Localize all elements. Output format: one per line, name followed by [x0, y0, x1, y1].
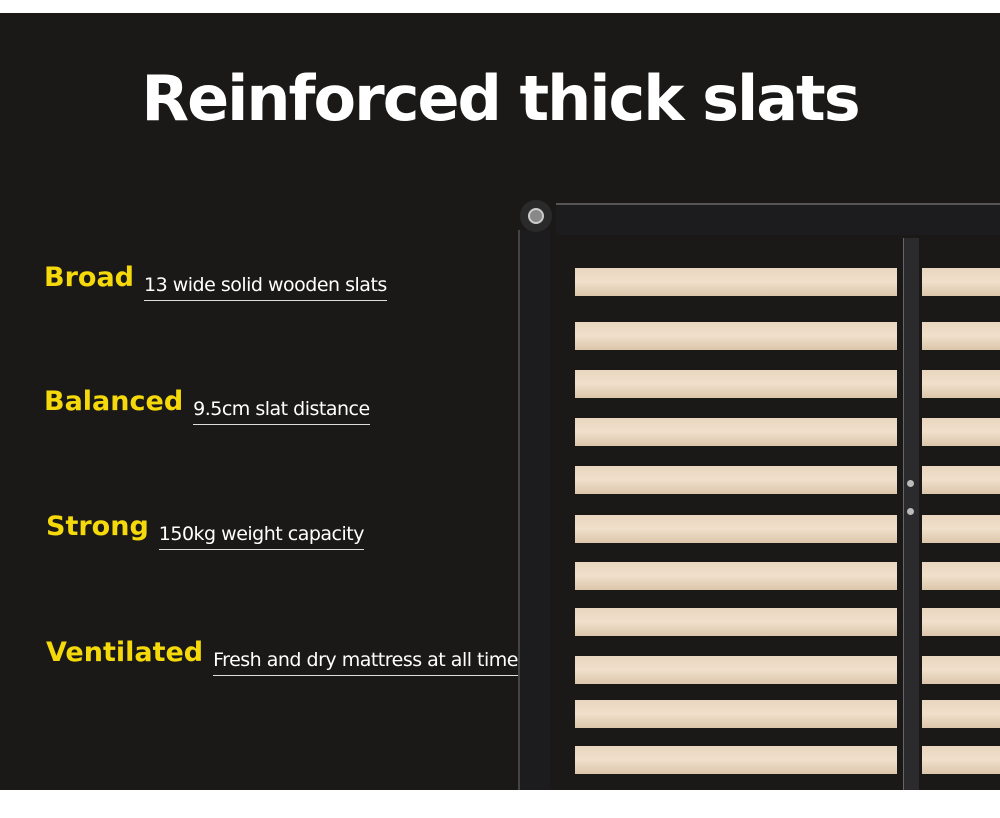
feature-key: Ventilated [46, 637, 204, 668]
wooden-slat [575, 656, 897, 684]
wooden-slat [575, 515, 897, 543]
feature-broad: Broad 13 wide solid wooden slats [44, 262, 387, 301]
feature-key: Broad [44, 262, 134, 293]
wooden-slat [922, 562, 1000, 590]
feature-ventilated: Ventilated Fresh and dry mattress at all… [46, 637, 528, 676]
wooden-slat [922, 322, 1000, 350]
wooden-slat [922, 515, 1000, 543]
wooden-slat [575, 370, 897, 398]
feature-balanced: Balanced 9.5cm slat distance [44, 386, 370, 425]
wooden-slat [575, 466, 897, 494]
product-banner: Reinforced thick slats Broad 13 wide sol… [0, 0, 1000, 818]
wooden-slat [922, 608, 1000, 636]
wooden-slat [922, 656, 1000, 684]
wooden-slat [922, 746, 1000, 774]
feature-value: 150kg weight capacity [158, 523, 364, 550]
feature-value: 9.5cm slat distance [193, 398, 370, 425]
wooden-slat [922, 370, 1000, 398]
wooden-slat [922, 700, 1000, 728]
feature-key: Strong [46, 511, 149, 542]
bolt-icon [907, 508, 914, 515]
bolt-icon [907, 480, 914, 487]
wooden-slat [922, 418, 1000, 446]
top-rail [556, 203, 1000, 235]
feature-strong: Strong 150kg weight capacity [46, 511, 364, 550]
wooden-slat [575, 700, 897, 728]
wooden-slat [575, 268, 897, 296]
side-rail [518, 230, 550, 790]
feature-key: Balanced [44, 386, 184, 417]
headline: Reinforced thick slats [141, 62, 860, 135]
wooden-slat [575, 322, 897, 350]
wooden-slat [922, 268, 1000, 296]
corner-bolt-icon [520, 200, 552, 232]
wooden-slat [922, 466, 1000, 494]
wooden-slat [575, 608, 897, 636]
wooden-slat [575, 562, 897, 590]
wooden-slat [575, 418, 897, 446]
feature-value: 13 wide solid wooden slats [144, 274, 387, 301]
feature-value: Fresh and dry mattress at all times [213, 649, 528, 676]
wooden-slat [575, 746, 897, 774]
